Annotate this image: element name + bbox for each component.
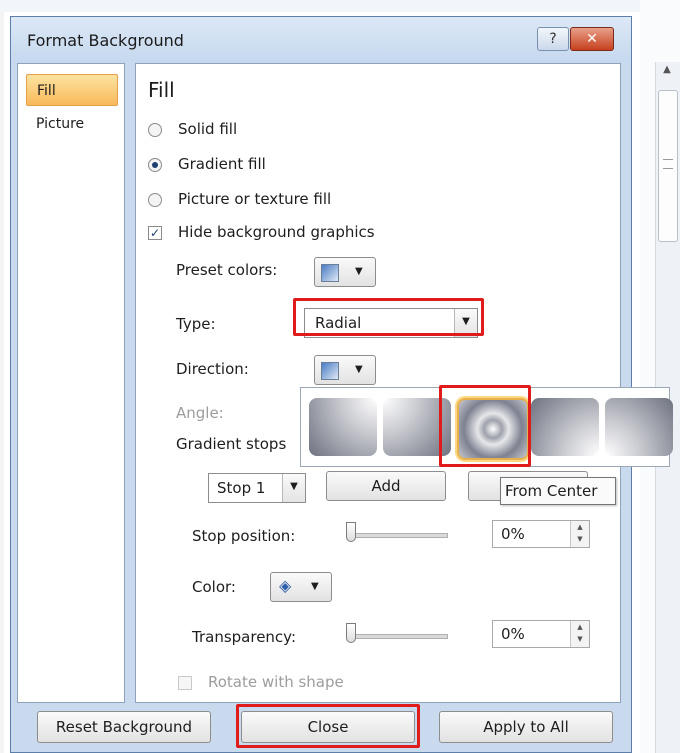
transparency-slider[interactable] (346, 634, 448, 639)
stop-position-label: Stop position: (192, 527, 296, 545)
rotate-with-shape-label: Rotate with shape (208, 673, 344, 691)
fill-panel: Fill Solid fill Gradient fill Picture or… (135, 63, 621, 703)
transparency-slider-thumb[interactable] (346, 623, 356, 643)
apply-to-all-button[interactable]: Apply to All (439, 711, 613, 743)
solid-fill-radio[interactable] (148, 123, 162, 137)
title-bar: Format Background ? ✕ (11, 17, 631, 63)
close-window-button[interactable]: ✕ (570, 27, 614, 51)
type-highlight-box (293, 298, 484, 336)
stop-position-spinner[interactable]: 0% ▲ ▼ (492, 520, 590, 548)
background-strip (0, 0, 680, 12)
scrollbar-thumb[interactable] (658, 90, 678, 242)
panel-heading: Fill (148, 78, 175, 102)
apply-to-all-label: Apply to All (483, 718, 569, 736)
add-stop-button[interactable]: Add (326, 471, 446, 501)
nav-item-picture[interactable]: Picture (26, 108, 118, 140)
close-icon: ✕ (586, 31, 598, 47)
spinner-arrows-icon[interactable]: ▲ ▼ (570, 521, 589, 547)
help-button[interactable]: ? (537, 27, 569, 51)
grip-icon (663, 159, 673, 169)
transparency-label: Transparency: (192, 628, 297, 646)
background-edge (0, 0, 4, 753)
direction-label: Direction: (176, 360, 249, 378)
chevron-down-icon: ▼ (311, 581, 319, 592)
stop-position-value: 0% (501, 525, 525, 543)
solid-fill-label[interactable]: Solid fill (178, 120, 237, 138)
gradient-fill-label[interactable]: Gradient fill (178, 155, 266, 173)
paint-bucket-icon: ◈ (279, 576, 292, 595)
gradient-swatch-icon (321, 362, 339, 380)
add-stop-label: Add (371, 477, 401, 495)
gradient-swatch-icon (321, 264, 339, 282)
help-icon: ? (549, 31, 557, 47)
reset-background-label: Reset Background (55, 718, 193, 736)
format-background-dialog: Format Background ? ✕ Fill Picture Fill … (10, 16, 632, 753)
chevron-down-icon: ▼ (355, 266, 363, 277)
stop-position-slider-thumb[interactable] (346, 522, 356, 542)
picture-texture-fill-radio[interactable] (148, 193, 162, 207)
gradient-stops-label: Gradient stops (176, 435, 287, 453)
picture-texture-fill-label[interactable]: Picture or texture fill (178, 190, 331, 208)
hide-graphics-checkbox[interactable]: ✓ (148, 226, 162, 240)
from-center-highlight-box (439, 385, 531, 467)
gradient-direction-from-bottom-left[interactable] (605, 398, 673, 456)
nav-item-fill[interactable]: Fill (26, 74, 118, 106)
color-label: Color: (192, 578, 236, 596)
hide-graphics-label[interactable]: Hide background graphics (178, 223, 375, 241)
reset-background-button[interactable]: Reset Background (37, 711, 211, 743)
gallery-tooltip: From Center (500, 477, 616, 505)
chevron-down-icon[interactable]: ▼ (282, 474, 305, 502)
stop-value: Stop 1 (217, 479, 266, 497)
dialog-title: Format Background (27, 31, 184, 50)
stop-position-slider[interactable] (346, 533, 448, 538)
angle-label: Angle: (176, 404, 224, 422)
preset-colors-button[interactable]: ▼ (314, 257, 376, 287)
nav-item-label: Picture (36, 116, 85, 132)
type-label: Type: (176, 315, 216, 333)
color-picker-button[interactable]: ◈ ▼ (270, 572, 332, 602)
nav-item-label: Fill (37, 83, 56, 99)
gradient-stop-dropdown[interactable]: Stop 1 ▼ (208, 473, 306, 503)
spinner-arrows-icon[interactable]: ▲ ▼ (570, 621, 589, 647)
rotate-with-shape-checkbox[interactable] (178, 676, 192, 690)
gradient-fill-radio[interactable] (148, 158, 162, 172)
transparency-spinner[interactable]: 0% ▲ ▼ (492, 620, 590, 648)
preset-colors-label: Preset colors: (176, 261, 278, 279)
close-highlight-box (236, 704, 420, 748)
category-nav: Fill Picture (17, 63, 125, 703)
transparency-value: 0% (501, 625, 525, 643)
chevron-down-icon: ▼ (355, 364, 363, 375)
scroll-up-arrow-icon[interactable]: ▲ (658, 64, 676, 78)
gradient-direction-from-bottom-right[interactable] (531, 398, 599, 456)
direction-button[interactable]: ▼ (314, 355, 376, 385)
gradient-direction-from-top-right[interactable] (309, 398, 377, 456)
